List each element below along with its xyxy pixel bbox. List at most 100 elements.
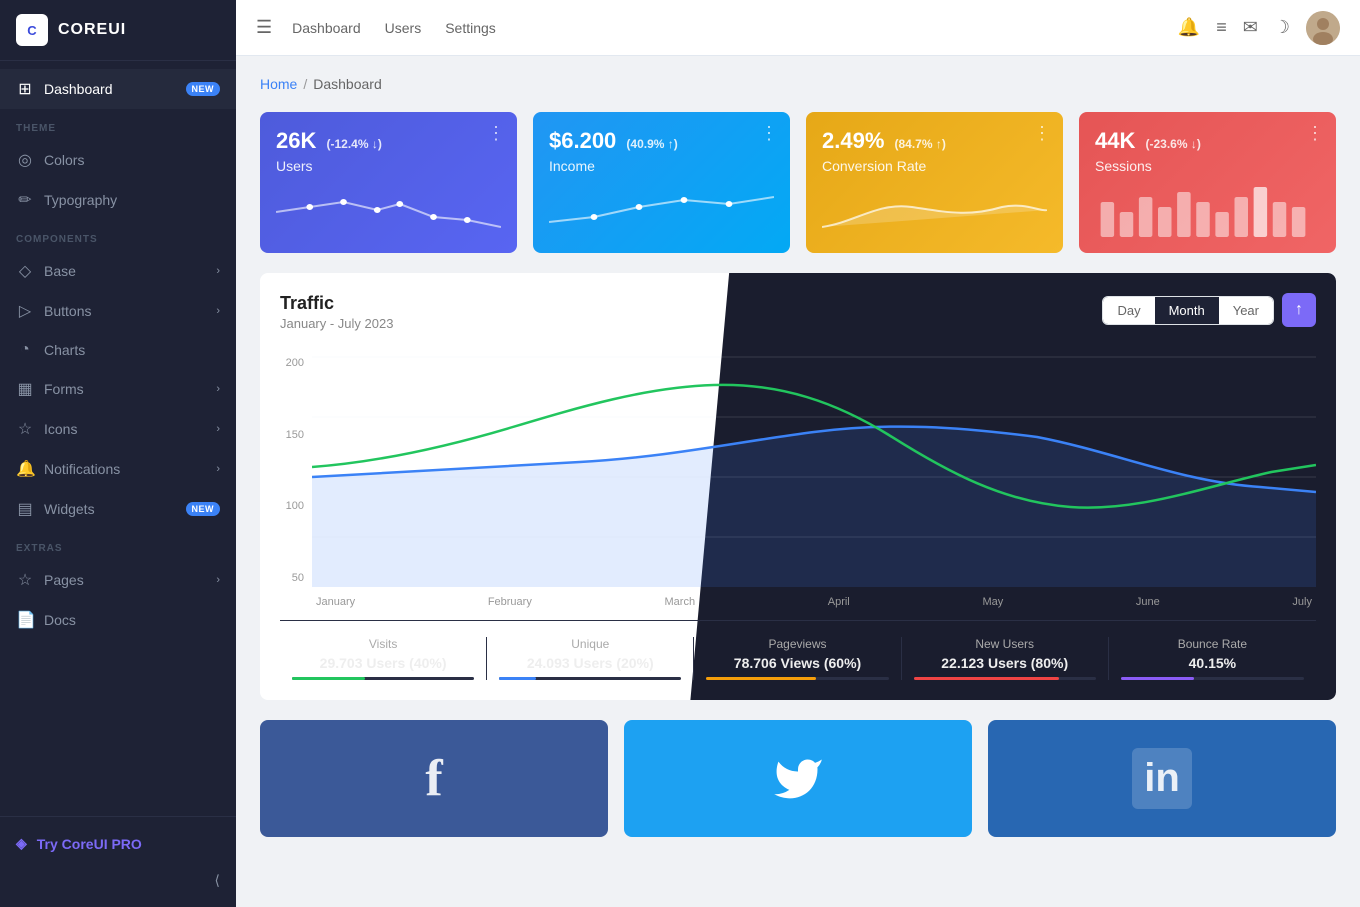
- base-chevron-icon: ›: [216, 265, 220, 277]
- mail-icon[interactable]: ✉: [1243, 17, 1258, 38]
- extras-section-label: EXTRAS: [0, 529, 236, 560]
- notifications-icon: 🔔: [16, 459, 34, 479]
- sidebar-buttons-label: Buttons: [44, 303, 91, 319]
- twitter-icon: [772, 753, 824, 805]
- try-pro-button[interactable]: ◈ Try CoreUI PRO: [0, 825, 236, 862]
- stat-change-income: (40.9% ↑): [626, 137, 677, 151]
- stat-more-income[interactable]: ⋮: [760, 124, 778, 142]
- components-section-label: COMPONENTS: [0, 220, 236, 251]
- traffic-year-button[interactable]: Year: [1219, 297, 1273, 324]
- main-content: ☰ Dashboard Users Settings 🔔 ≡ ✉ ☽ Home: [236, 0, 1360, 907]
- bell-icon[interactable]: 🔔: [1178, 17, 1200, 38]
- stat-change-sessions: (-23.6% ↓): [1145, 137, 1200, 151]
- sidebar-item-forms[interactable]: ▦ Forms ›: [0, 369, 236, 409]
- stat-label-sessions: Sessions: [1095, 158, 1320, 174]
- menu-icon[interactable]: ☰: [256, 17, 272, 38]
- x-label-apr: April: [828, 596, 850, 608]
- sidebar-dashboard-label: Dashboard: [44, 81, 113, 97]
- traffic-month-button[interactable]: Month: [1155, 297, 1219, 324]
- sidebar-collapse-button[interactable]: ⟨: [0, 862, 236, 899]
- breadcrumb: Home / Dashboard: [260, 76, 1336, 92]
- buttons-chevron-icon: ›: [216, 305, 220, 317]
- list-icon[interactable]: ≡: [1216, 17, 1227, 38]
- traffic-controls: Day Month Year ↑: [1102, 293, 1316, 327]
- sidebar-item-icons[interactable]: ☆ Icons ›: [0, 409, 236, 449]
- moon-icon[interactable]: ☽: [1274, 17, 1290, 38]
- stat-chart-users: [276, 182, 501, 237]
- traffic-header: Traffic January - July 2023 Day Month Ye…: [280, 293, 1316, 331]
- social-card-twitter[interactable]: [624, 720, 972, 837]
- sidebar-colors-label: Colors: [44, 152, 84, 168]
- breadcrumb-home[interactable]: Home: [260, 76, 297, 92]
- sidebar-item-pages[interactable]: ☆ Pages ›: [0, 560, 236, 600]
- social-card-facebook[interactable]: f: [260, 720, 608, 837]
- sidebar-notifications-label: Notifications: [44, 461, 120, 477]
- sidebar-charts-label: Charts: [44, 342, 85, 358]
- stat-more-sessions[interactable]: ⋮: [1306, 124, 1324, 142]
- stat-card-sessions: ⋮ 44K (-23.6% ↓) Sessions: [1079, 112, 1336, 253]
- logo-text: COREUI: [58, 21, 126, 39]
- sidebar-item-buttons[interactable]: ▷ Buttons ›: [0, 291, 236, 331]
- pages-chevron-icon: ›: [216, 574, 220, 586]
- x-label-jan: January: [316, 596, 355, 608]
- traffic-stats: Visits 29.703 Users (40%) Unique 24.093 …: [280, 620, 1316, 680]
- social-card-linkedin[interactable]: in: [988, 720, 1336, 837]
- breadcrumb-current: Dashboard: [313, 76, 382, 92]
- stat-value-income: $6.200 (40.9% ↑): [549, 128, 774, 154]
- sidebar-item-dashboard[interactable]: ⊞ Dashboard NEW: [0, 69, 236, 109]
- ts-bar-fill-visits: [292, 677, 365, 680]
- x-label-jul: July: [1292, 596, 1312, 608]
- notifications-chevron-icon: ›: [216, 463, 220, 475]
- chart-y-labels: 200 150 100 50: [280, 347, 312, 608]
- stat-card-users: ⋮ 26K (-12.4% ↓) Users: [260, 112, 517, 253]
- traffic-title-block: Traffic January - July 2023: [280, 293, 393, 331]
- sidebar-item-widgets[interactable]: ▤ Widgets NEW: [0, 489, 236, 529]
- header-nav-dashboard[interactable]: Dashboard: [292, 20, 361, 36]
- sidebar-icons-label: Icons: [44, 421, 77, 437]
- stat-chart-conversion: [822, 182, 1047, 237]
- sidebar-item-typography[interactable]: ✏ Typography: [0, 180, 236, 220]
- ts-label-unique: Unique: [499, 637, 681, 651]
- ts-value-newusers: 22.123 Users (80%): [914, 655, 1096, 671]
- collapse-icon: ⟨: [215, 872, 220, 889]
- stat-label-users: Users: [276, 158, 501, 174]
- try-pro-icon: ◈: [16, 835, 27, 852]
- traffic-export-button[interactable]: ↑: [1282, 293, 1316, 327]
- sidebar: C COREUI ⊞ Dashboard NEW THEME ◎ Colors …: [0, 0, 236, 907]
- ts-bar-pageviews: [706, 677, 888, 680]
- user-avatar[interactable]: [1306, 11, 1340, 45]
- docs-icon: 📄: [16, 610, 34, 630]
- traffic-day-button[interactable]: Day: [1103, 297, 1154, 324]
- header-nav-settings[interactable]: Settings: [445, 20, 496, 36]
- stat-more-users[interactable]: ⋮: [487, 124, 505, 142]
- ts-label-pageviews: Pageviews: [706, 637, 888, 651]
- chart-container: January February March April May June Ju…: [312, 347, 1316, 608]
- facebook-icon: f: [425, 749, 442, 808]
- ts-bar-bounce: [1121, 677, 1304, 680]
- base-icon: ◇: [16, 261, 34, 281]
- traffic-stat-bounce: Bounce Rate 40.15%: [1109, 637, 1316, 680]
- icons-icon: ☆: [16, 419, 34, 439]
- ts-label-visits: Visits: [292, 637, 474, 651]
- stat-label-income: Income: [549, 158, 774, 174]
- breadcrumb-separator: /: [303, 76, 307, 92]
- stat-chart-sessions: [1095, 182, 1320, 237]
- sidebar-item-docs[interactable]: 📄 Docs: [0, 600, 236, 640]
- traffic-time-buttons: Day Month Year: [1102, 296, 1274, 325]
- sidebar-logo: C COREUI: [0, 0, 236, 61]
- typography-icon: ✏: [16, 190, 34, 210]
- sidebar-base-label: Base: [44, 263, 76, 279]
- sidebar-pages-label: Pages: [44, 572, 84, 588]
- pages-icon: ☆: [16, 570, 34, 590]
- widgets-icon: ▤: [16, 499, 34, 519]
- stats-row: ⋮ 26K (-12.4% ↓) Users ⋮: [260, 112, 1336, 253]
- sidebar-item-notifications[interactable]: 🔔 Notifications ›: [0, 449, 236, 489]
- ts-bar-fill-newusers: [914, 677, 1060, 680]
- x-label-feb: February: [488, 596, 532, 608]
- x-label-may: May: [982, 596, 1003, 608]
- sidebar-item-charts[interactable]: ◔ Charts: [0, 331, 236, 369]
- stat-more-conversion[interactable]: ⋮: [1033, 124, 1051, 142]
- sidebar-item-colors[interactable]: ◎ Colors: [0, 140, 236, 180]
- sidebar-item-base[interactable]: ◇ Base ›: [0, 251, 236, 291]
- header-nav-users[interactable]: Users: [385, 20, 422, 36]
